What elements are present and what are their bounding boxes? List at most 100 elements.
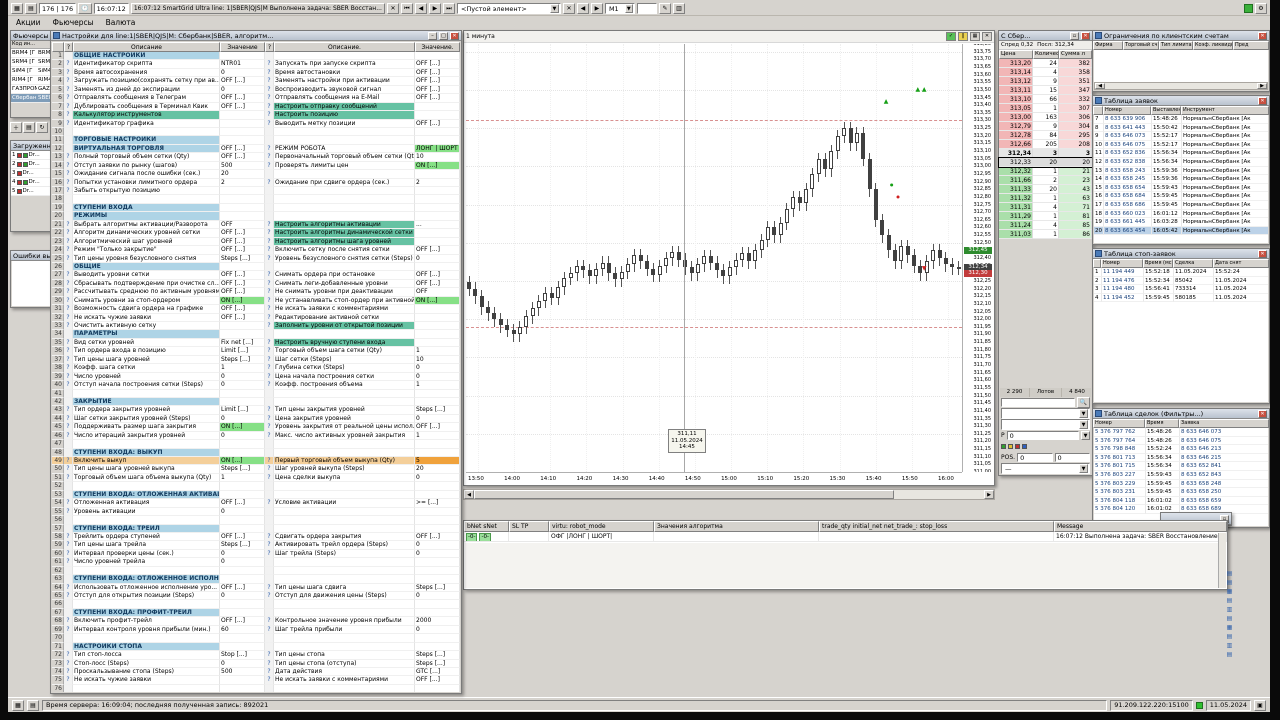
settings-row[interactable]: 39? Число уровней 0? Цена начала построения… <box>52 372 460 382</box>
dom-row[interactable]: 312,79 9 304 <box>999 122 1092 131</box>
table-row[interactable]: 78 633 639 906 15:48:26 НормальнСбербанк [… <box>1094 115 1268 124</box>
dom-row[interactable]: 313,05 1 307 <box>999 104 1092 113</box>
pencil-icon[interactable]: ✎ <box>658 3 671 14</box>
limits-titlebar[interactable]: Ограничения по клиентским счетам ✕ <box>1093 31 1269 41</box>
settings-value-cell[interactable]: OFF [...] <box>415 85 460 95</box>
log-column-header[interactable]: SL TP <box>509 521 549 532</box>
tool-icon[interactable]: ▤ <box>1227 615 1233 622</box>
ladder-close-button[interactable]: ✕ <box>1081 31 1090 40</box>
playback-last-button[interactable]: ⏭ <box>442 3 455 14</box>
help-icon[interactable]: ? <box>265 549 274 559</box>
settings-row[interactable]: 73? Стоп-лосс (Steps) 0? Тип цены стопа (от… <box>52 659 460 668</box>
column-header[interactable]: Выставлена <box>1151 106 1181 115</box>
help-icon[interactable]: ? <box>64 423 73 432</box>
table-row[interactable]: 5 376 797 762 15:48:26 8 633 646 073 <box>1094 428 1268 437</box>
settings-row[interactable]: 32? Не искать чужие заявки OFF [...]? Редак… <box>52 313 460 322</box>
settings-value-cell[interactable]: Steps [...] <box>415 406 460 415</box>
help-icon[interactable]: ? <box>64 676 73 685</box>
settings-row[interactable]: 21? Выбрать алгоритмы активации/Разворота… <box>52 220 460 230</box>
help-icon[interactable]: ? <box>265 279 274 289</box>
ladder-search-input[interactable] <box>1001 398 1075 407</box>
settings-row[interactable]: 65? Отступ для открытия позиции (Steps) 0?… <box>52 592 460 601</box>
settings-value-cell[interactable]: 2000 <box>415 617 460 626</box>
help-icon[interactable]: ? <box>64 305 73 314</box>
settings-value-cell[interactable]: OFF <box>415 288 460 297</box>
help-icon[interactable]: ? <box>64 355 73 365</box>
help-icon[interactable]: ? <box>64 532 73 542</box>
settings-row[interactable]: 45? Поддерживать размер шага закрытия ON [… <box>52 423 460 432</box>
settings-value-cell[interactable]: ON [...] <box>415 161 460 171</box>
settings-row[interactable]: 60? Интервал проверки цены (сек.) 0? Шаг тр… <box>52 549 460 559</box>
tool-icon[interactable]: ▦ <box>1227 588 1233 595</box>
help-icon[interactable]: ? <box>64 592 73 601</box>
settings-value-cell[interactable]: OFF [...] <box>220 313 265 322</box>
settings-row[interactable]: 52 <box>52 482 460 491</box>
help-icon[interactable]: ? <box>64 406 73 415</box>
settings-value-cell[interactable]: OFF [...] <box>220 144 265 154</box>
settings-value-cell[interactable]: 500 <box>220 667 265 677</box>
settings-value-cell[interactable]: 1 <box>415 381 460 390</box>
settings-value-cell[interactable]: 0 <box>415 549 460 559</box>
table-row[interactable]: 10 8 633 646 075 15:52:17 НормальнСбербанк … <box>1094 140 1268 150</box>
clear-element-button[interactable]: ✕ <box>562 3 575 14</box>
settings-column-header[interactable]: ? <box>265 42 274 52</box>
settings-value-cell[interactable]: 10 <box>415 355 460 365</box>
settings-value-cell[interactable]: 0 <box>220 68 265 78</box>
trades-close-button[interactable]: ✕ <box>1258 409 1267 418</box>
settings-value-cell[interactable]: Steps [...] <box>415 659 460 668</box>
help-icon[interactable]: ? <box>64 347 73 356</box>
help-icon[interactable]: ? <box>265 338 274 348</box>
settings-row[interactable]: 5? Заменять из дней до экспирации 0? Воспро… <box>52 85 460 95</box>
settings-row[interactable]: 24? Режим "Только закрытие" OFF [...]? Вклю… <box>52 246 460 255</box>
settings-row[interactable]: 71 НАСТРОЙКИ СТОПА <box>52 642 460 652</box>
settings-value-cell[interactable]: 0 <box>220 414 265 424</box>
table-row[interactable]: 18 8 633 660 023 16:01:12 НормальнСбербанк … <box>1094 209 1268 219</box>
dom-row[interactable]: 312,32 1 21 <box>999 167 1092 176</box>
settings-row[interactable]: 75? Не искать чужие заявки? Не искать заяв… <box>52 676 460 685</box>
settings-value-cell[interactable]: OFF [...] <box>415 532 460 542</box>
p-input[interactable]: 0 <box>1006 431 1079 440</box>
settings-row[interactable]: 69? Интервал контроля уровня прибыли (мин… <box>52 625 460 635</box>
table-row[interactable]: 5 376 804 118 16:01:02 8 633 658 659 <box>1094 496 1268 506</box>
grid-icon[interactable]: ▦ <box>11 3 23 14</box>
settings-value-cell[interactable]: OFF [...] <box>220 246 265 255</box>
help-icon[interactable]: ? <box>265 406 274 415</box>
refresh-icon[interactable]: ↻ <box>36 122 49 133</box>
help-icon[interactable]: ? <box>64 229 73 238</box>
settings-value-cell[interactable]: 0 <box>220 558 265 567</box>
help-icon[interactable]: ? <box>265 625 274 635</box>
settings-value-cell[interactable]: OFF [...] <box>220 237 265 247</box>
help-icon[interactable]: ? <box>64 296 73 306</box>
settings-gear-icon[interactable]: ⚙ <box>1255 3 1267 14</box>
help-icon[interactable]: ? <box>265 246 274 255</box>
settings-row[interactable]: 2? Идентификатор скрипта NTR01? Запускать п… <box>52 60 460 69</box>
settings-column-header[interactable]: Значение <box>220 42 265 52</box>
status-grid-icon[interactable]: ▦ <box>12 699 24 711</box>
settings-value-cell[interactable]: OFF [...] <box>220 229 265 238</box>
scroll-right-icon[interactable]: ▶ <box>984 490 994 499</box>
settings-value-cell[interactable]: 1 <box>415 431 460 441</box>
settings-value-cell[interactable]: 5 <box>415 457 460 466</box>
settings-value-cell[interactable]: 20 <box>220 170 265 179</box>
help-icon[interactable]: ? <box>265 583 274 592</box>
ladder-column-header[interactable]: Сумма л <box>1059 50 1092 59</box>
settings-row[interactable]: 74? Проскальзывание стопа (Steps) 500? Дата… <box>52 667 460 677</box>
menu-item-Фьючерсы[interactable]: Фьючерсы <box>53 18 94 27</box>
status-list-icon[interactable]: ▤ <box>27 699 39 711</box>
maximize-button[interactable]: □ <box>439 31 448 40</box>
column-header[interactable]: Инструмент <box>1181 106 1269 115</box>
table-row[interactable]: 2 11 194 476 15:52:34 85042 11.05.2024 <box>1094 276 1268 286</box>
settings-column-header[interactable]: Описание. <box>274 42 415 52</box>
settings-row[interactable]: 49? Включить выкуп ON [...]? Первый торговы… <box>52 457 460 466</box>
settings-column-header[interactable]: ? <box>64 42 73 52</box>
settings-row[interactable]: 22? Алгоритм динамических уровней сетки OF… <box>52 229 460 238</box>
settings-value-cell[interactable]: 0 <box>220 431 265 441</box>
settings-row[interactable]: 76 <box>52 684 460 692</box>
help-icon[interactable]: ? <box>265 220 274 230</box>
help-icon[interactable]: ? <box>265 178 274 187</box>
log-column-header[interactable]: virtu: robot_mode <box>549 521 654 532</box>
help-icon[interactable]: ? <box>64 220 73 230</box>
stops-close-button[interactable]: ✕ <box>1258 249 1267 258</box>
settings-column-header[interactable]: Значение. <box>415 42 460 52</box>
help-icon[interactable]: ? <box>64 338 73 348</box>
